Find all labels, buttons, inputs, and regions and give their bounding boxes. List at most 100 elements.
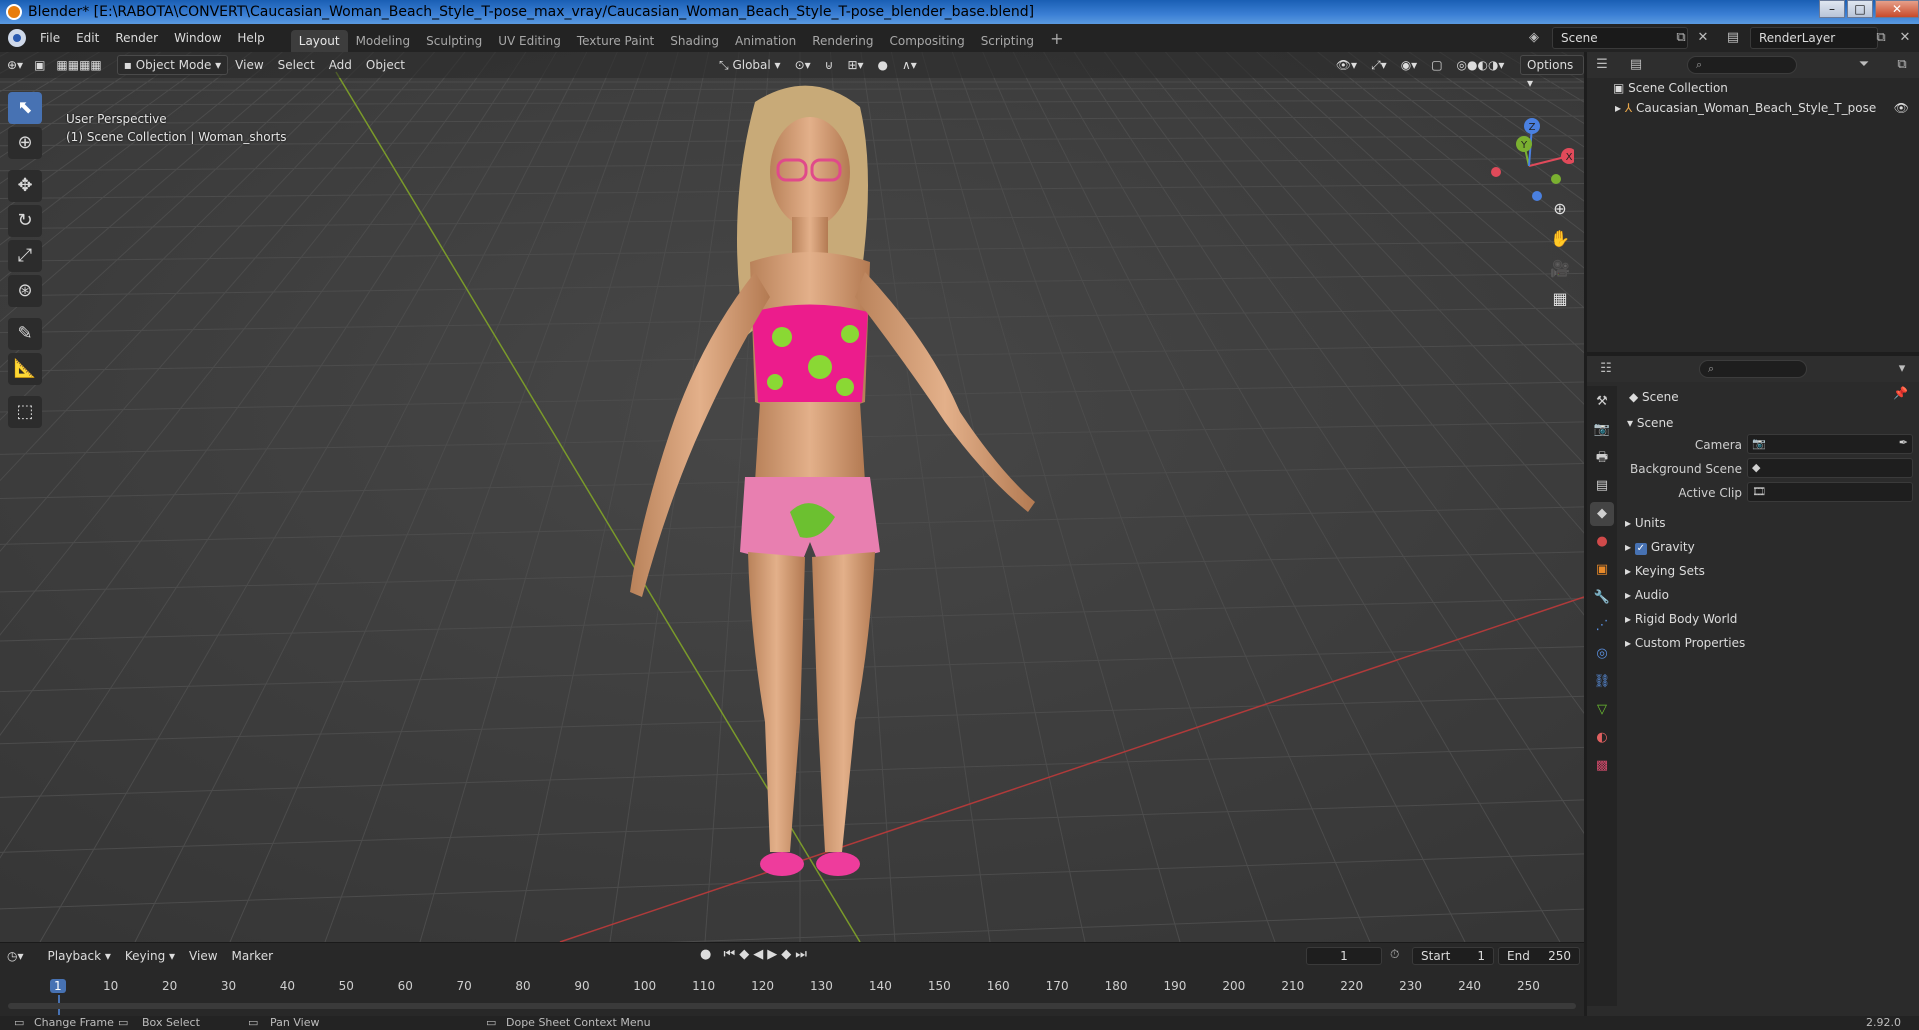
navigation-gizmo[interactable]: X Y Z [1484,116,1574,206]
properties-search-input[interactable]: ⌕ [1699,360,1807,378]
tab-shading[interactable]: Shading [662,30,727,52]
tab-animation[interactable]: Animation [727,30,804,52]
menu-keying[interactable]: Keying ▾ [118,946,182,966]
gizmo-toggle-icon[interactable]: ⤢▾ [1364,55,1394,75]
tab-layout[interactable]: Layout [290,30,348,52]
delete-scene-icon[interactable]: ✕ [1694,29,1712,47]
tab-scripting[interactable]: Scripting [973,30,1042,52]
editor-type-icon[interactable]: ⊕▾ [0,55,30,75]
gravity-checkbox[interactable]: ✓ [1634,543,1647,555]
new-scene-icon[interactable]: ⧉ [1672,29,1690,47]
start-frame-field[interactable]: Start 1 [1412,947,1494,965]
end-frame-field[interactable]: End 250 [1498,947,1580,965]
tab-rendering[interactable]: Rendering [804,30,881,52]
tab-modeling[interactable]: Modeling [348,30,419,52]
xray-icon[interactable]: ▢ [1424,55,1449,75]
scene-collection-row[interactable]: ▣ Scene Collection [1587,78,1919,98]
minimize-button[interactable]: – [1819,0,1845,18]
cursor-tool[interactable]: ⊕ [8,127,42,159]
data-tab-icon[interactable]: ▽ [1590,698,1614,722]
properties-editor-type-icon[interactable]: ☷ [1597,360,1615,378]
modifier-tab-icon[interactable]: 🔧 [1590,586,1614,610]
outliner-item[interactable]: ▸ ⅄ Caucasian_Woman_Beach_Style_T_pose 👁 [1587,98,1919,118]
snap-target-icon[interactable]: ⊞▾ [840,55,870,75]
timeline-editor-type-icon[interactable]: ◷▾ [0,946,31,966]
particles-tab-icon[interactable]: ⋰ [1590,614,1614,638]
annotate-tool[interactable]: ✎ [8,318,42,350]
visibility-icon[interactable]: 👁▾ [1329,55,1364,75]
select-box-tool[interactable]: ⬉ [8,92,42,124]
snap-icon[interactable]: ⊍ [818,55,841,75]
display-mode-icon[interactable]: ▤ [1627,56,1645,74]
menu-window[interactable]: Window [166,24,229,52]
filter-icon[interactable]: ⏷ [1855,56,1873,74]
new-view-layer-icon[interactable]: ⧉ [1872,29,1890,47]
scene-panel-header[interactable]: ▾ Scene [1627,412,1673,434]
pin-icon[interactable]: 📌 [1893,386,1908,400]
section-audio[interactable]: ▸ Audio [1625,584,1669,606]
camera-view-icon[interactable]: 🎥 [1548,257,1572,281]
camera-field[interactable]: 📷 ✒ [1747,434,1913,454]
background-scene-field[interactable]: ◆ [1747,458,1913,478]
menu-object[interactable]: Object [359,55,412,75]
timeline-scrollbar[interactable] [8,1003,1576,1009]
close-button[interactable]: ✕ [1875,0,1919,18]
properties-options-icon[interactable]: ▾ [1893,360,1911,378]
menu-select[interactable]: Select [271,55,322,75]
texture-tab-icon[interactable]: ▩ [1590,754,1614,778]
expand-arrow-icon[interactable]: ▸ [1615,101,1625,115]
play-icon[interactable]: ▶ [767,947,781,962]
view-layer-icon[interactable]: ▤ [1724,29,1742,47]
outliner-editor-type-icon[interactable]: ☰ [1593,56,1611,74]
3d-viewport[interactable]: ⊕▾ ▣ ▦▦▦▦ ▪ Object Mode ▾ View Select Ad… [0,52,1584,942]
jump-end-icon[interactable]: ⏭ [795,947,811,962]
menu-timeline-view[interactable]: View [182,946,224,966]
section-units[interactable]: ▸ Units [1625,512,1666,534]
selection-mode-icons[interactable]: ▦▦▦▦ [49,55,108,75]
delete-view-layer-icon[interactable]: ✕ [1896,29,1914,47]
visibility-eye-icon[interactable]: 👁 [1894,98,1909,118]
rotate-tool[interactable]: ↻ [8,205,42,237]
material-tab-icon[interactable]: ◐ [1590,726,1614,750]
blender-menu-icon[interactable] [8,29,26,47]
overlays-icon[interactable]: ◉▾ [1394,55,1425,75]
timeline-editor[interactable]: ◷▾ Playback ▾ Keying ▾ View Marker ● ⏮◆◀… [0,942,1584,1016]
constraints-tab-icon[interactable]: ⛓ [1590,670,1614,694]
play-reverse-icon[interactable]: ◀ [753,947,767,962]
transform-tool[interactable]: ⊛ [8,275,42,307]
next-keyframe-icon[interactable]: ◆ [781,947,795,962]
record-icon[interactable]: ● [700,947,715,962]
active-clip-field[interactable]: 🎞 [1747,482,1913,502]
new-collection-icon[interactable]: ⧉ [1893,56,1911,74]
menu-add[interactable]: Add [322,55,359,75]
scene-selector[interactable]: Scene [1552,27,1688,49]
maximize-button[interactable]: □ [1847,0,1873,18]
scene-icon[interactable]: ◈ [1525,29,1543,47]
menu-playback[interactable]: Playback ▾ [41,946,118,966]
eyedropper-icon[interactable]: ✒ [1899,436,1908,449]
section-keying-sets[interactable]: ▸ Keying Sets [1625,560,1705,582]
object-tab-icon[interactable]: ▣ [1590,558,1614,582]
prev-keyframe-icon[interactable]: ◆ [739,947,753,962]
select-mode-icon[interactable]: ▣ [30,55,49,75]
add-cube-tool[interactable]: ⬚ [8,396,42,428]
outliner-search-input[interactable]: ⌕ [1687,56,1797,74]
tab-sculpting[interactable]: Sculpting [418,30,490,52]
options-button[interactable]: Options ▾ [1520,55,1584,90]
move-tool[interactable]: ✥ [8,170,42,202]
view-layer-selector[interactable]: RenderLayer [1750,27,1878,49]
tab-compositing[interactable]: Compositing [881,30,972,52]
object-mode-dropdown[interactable]: ▪ Object Mode ▾ [116,55,229,75]
pivot-point-icon[interactable]: ⊙▾ [788,55,818,75]
proportional-edit-icon[interactable]: ● [871,55,895,75]
scale-tool[interactable]: ⤢ [8,240,42,272]
scene-tab-icon[interactable]: ◆ [1590,502,1614,526]
section-gravity[interactable]: ▸ ✓ Gravity [1625,536,1695,558]
menu-marker[interactable]: Marker [225,946,280,966]
jump-start-icon[interactable]: ⏮ [723,947,739,962]
transform-orientation-dropdown[interactable]: ⤡ Global ▾ [712,55,788,75]
pan-hand-icon[interactable]: ✋ [1548,227,1572,251]
menu-render[interactable]: Render [107,24,166,52]
section-rigid-body-world[interactable]: ▸ Rigid Body World [1625,608,1737,630]
ortho-toggle-icon[interactable]: ▦ [1548,287,1572,311]
